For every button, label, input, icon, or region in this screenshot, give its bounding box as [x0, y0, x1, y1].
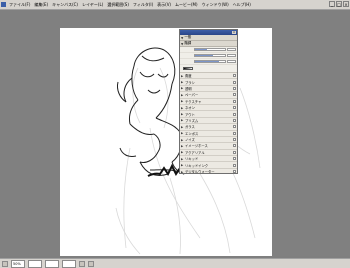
- enable-checkbox[interactable]: [233, 106, 236, 110]
- triangle-right-icon: ▶: [181, 124, 184, 129]
- enable-checkbox[interactable]: [233, 170, 236, 173]
- variant-label: ペーパー: [185, 93, 199, 98]
- enable-checkbox[interactable]: [233, 99, 236, 103]
- window-controls: _ □ ×: [329, 1, 349, 7]
- param-slider[interactable]: [194, 48, 226, 51]
- enable-checkbox[interactable]: [233, 144, 236, 148]
- triangle-right-icon: ▶: [181, 150, 184, 155]
- enable-checkbox[interactable]: [233, 74, 236, 78]
- section-label: 階調: [184, 41, 192, 45]
- menu-canvas[interactable]: キャンバス(C): [50, 2, 80, 8]
- hand-tool-icon[interactable]: [79, 260, 85, 267]
- triangle-right-icon: ▶: [181, 73, 184, 78]
- app-icon[interactable]: [1, 2, 6, 7]
- section-label: 一般: [184, 35, 192, 39]
- variant-label: アウト: [185, 112, 195, 117]
- param-value[interactable]: [227, 54, 236, 57]
- variant-label: リキッド: [185, 157, 199, 162]
- triangle-right-icon: ▶: [181, 143, 184, 148]
- enable-checkbox[interactable]: [233, 118, 236, 122]
- menu-file[interactable]: ファイル(F): [7, 2, 32, 8]
- navigation-icon[interactable]: [2, 260, 8, 267]
- triangle-right-icon: ▶: [181, 105, 184, 110]
- variant-label: デジタルウォーター: [185, 170, 215, 174]
- variant-label: イメージホース: [185, 144, 208, 149]
- minimize-icon[interactable]: _: [329, 1, 335, 7]
- variant-list: ▶ 角度 ▶ ブラシ ▶ 透明 ▶ ペーパー ▶ テクスチャ ▶ ネオン ▶ アウト ▶ プリズム ▶ ガラス ▶ エ…: [180, 73, 237, 174]
- menu-filter[interactable]: フィルタ(I): [131, 2, 155, 8]
- triangle-right-icon: ▶: [181, 92, 184, 97]
- menu-layer[interactable]: レイヤー(L): [80, 2, 105, 8]
- enable-checkbox[interactable]: [233, 93, 236, 97]
- menu-help[interactable]: ヘルプ(H): [231, 2, 253, 8]
- triangle-right-icon: ▶: [181, 118, 184, 123]
- triangle-right-icon: ▶: [181, 80, 184, 85]
- triangle-right-icon: ▶: [181, 137, 184, 142]
- triangle-right-icon: ▶: [181, 169, 184, 174]
- drawing-canvas[interactable]: [60, 28, 272, 256]
- param-slider[interactable]: [194, 60, 226, 63]
- maximize-icon[interactable]: □: [336, 1, 342, 7]
- variant-label: ノイズ: [185, 138, 195, 143]
- menu-edit[interactable]: 編集(E): [32, 2, 50, 8]
- triangle-right-icon: ▶: [181, 112, 184, 117]
- variant-label: プリズム: [185, 118, 199, 123]
- triangle-down-icon: ▼: [181, 41, 184, 46]
- enable-checkbox[interactable]: [233, 163, 236, 167]
- status-bar: 50%: [0, 258, 350, 268]
- gradient-swatch[interactable]: [183, 67, 193, 70]
- variant-label: ブラシ: [185, 80, 195, 85]
- enable-checkbox[interactable]: [233, 86, 236, 90]
- variant-label: ネオン: [185, 106, 195, 111]
- triangle-right-icon: ▶: [181, 86, 184, 91]
- variant-list-item[interactable]: ▶ デジタルウォーター: [180, 168, 237, 174]
- enable-checkbox[interactable]: [233, 125, 236, 129]
- variant-label: 透明: [185, 86, 192, 91]
- variant-label: アクアリアル: [185, 150, 205, 155]
- variant-label: テクスチャ: [185, 99, 202, 104]
- status-field-2: [45, 259, 59, 268]
- status-field-3: [62, 259, 76, 268]
- enable-checkbox[interactable]: [233, 80, 236, 84]
- line-art: [115, 47, 261, 255]
- menu-view[interactable]: 表示(V): [155, 2, 173, 8]
- triangle-right-icon: ▶: [181, 163, 184, 168]
- gradient-preset-row[interactable]: [180, 65, 237, 73]
- enable-checkbox[interactable]: [233, 112, 236, 116]
- brush-variant-palette: × ▼ 一般 ▼ 階調 ▶ 角度 ▶ ブラシ ▶ 透明 ▶ ペーパー ▶ テクスチャ ▶ ネオン ▶ アウ…: [179, 29, 238, 174]
- enable-checkbox[interactable]: [233, 131, 236, 135]
- menu-window[interactable]: ウィンドウ(W): [200, 2, 231, 8]
- triangle-right-icon: ▶: [181, 156, 184, 161]
- variant-label: 角度: [185, 74, 192, 79]
- enable-checkbox[interactable]: [233, 150, 236, 154]
- menu-movie[interactable]: ムービー(M): [173, 2, 200, 8]
- param-slider[interactable]: [194, 54, 226, 57]
- triangle-right-icon: ▶: [181, 131, 184, 136]
- enable-checkbox[interactable]: [233, 138, 236, 142]
- triangle-right-icon: ▶: [181, 99, 184, 104]
- close-icon[interactable]: ×: [343, 1, 349, 7]
- variant-label: リキッドインク: [185, 163, 209, 168]
- enable-checkbox[interactable]: [233, 157, 236, 161]
- status-field-1: [28, 259, 42, 268]
- rotate-tool-icon[interactable]: [88, 260, 94, 267]
- close-icon[interactable]: ×: [232, 31, 236, 34]
- variant-label: ガラス: [185, 125, 195, 130]
- param-value[interactable]: [227, 48, 236, 51]
- triangle-down-icon: ▼: [181, 35, 184, 40]
- menu-bar: ファイル(F) 編集(E) キャンバス(C) レイヤー(L) 選択範囲(S) フ…: [0, 0, 350, 10]
- param-value[interactable]: [227, 60, 236, 63]
- zoom-field[interactable]: 50%: [11, 259, 25, 268]
- variant-label: エンボス: [185, 131, 199, 136]
- menu-select[interactable]: 選択範囲(S): [105, 2, 131, 8]
